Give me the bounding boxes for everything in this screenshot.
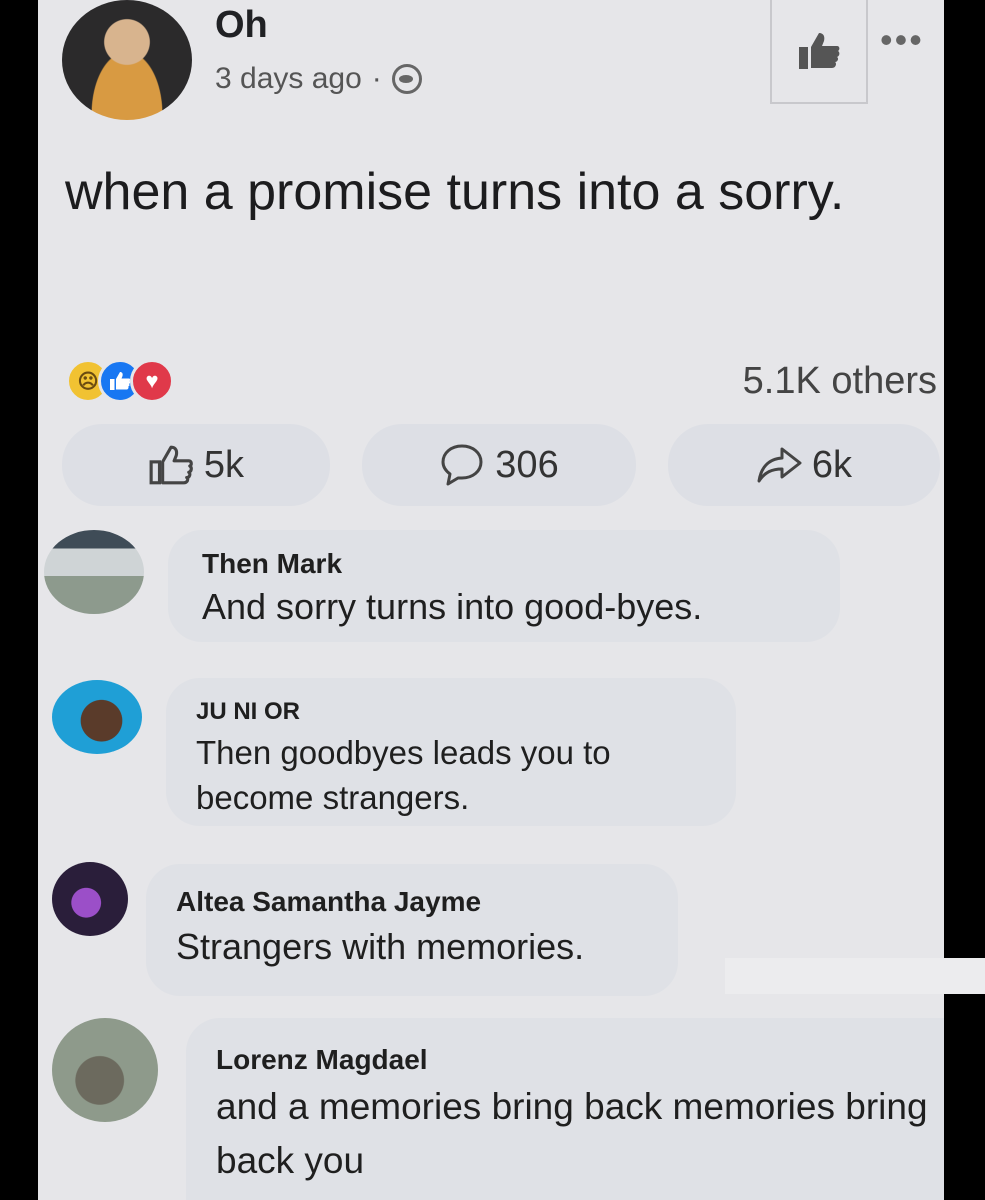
comment-text: and a memories bring back memories bring… [216,1086,928,1181]
reactions-count[interactable]: 5.1K others [743,360,937,403]
reaction-icons[interactable]: ☹ ♥ [66,358,174,404]
comment-bubble: JU NI OR Then goodbyes leads you to beco… [166,678,736,826]
post-meta: 3 days ago · [215,62,422,96]
commenter-name[interactable]: Then Mark [202,548,840,580]
comment-button[interactable]: 306 [362,424,636,506]
comment-text: And sorry turns into good-byes. [202,586,703,627]
more-options-icon[interactable]: ••• [880,22,924,58]
like-count: 5k [203,443,245,486]
meta-separator: · [371,62,382,95]
thumbs-up-icon [799,33,840,69]
commenter-name[interactable]: JU NI OR [196,698,736,726]
author-name[interactable]: Oh [215,4,268,47]
love-reaction-icon: ♥ [130,359,174,403]
commenter-avatar[interactable] [52,862,128,936]
share-button[interactable]: 6k [668,424,940,506]
comment-text: Strangers with memories. [176,926,585,967]
like-button[interactable]: 5k [62,424,330,506]
comment-bubble: Altea Samantha Jayme Strangers with memo… [146,864,678,996]
commenter-name[interactable]: Altea Samantha Jayme [176,886,678,918]
post-text: when a promise turns into a sorry. [65,163,845,221]
comment-icon [441,444,483,486]
commenter-avatar[interactable] [52,680,142,754]
comment-bubble: Then Mark And sorry turns into good-byes… [168,530,840,642]
globe-icon [391,64,422,94]
share-icon [757,447,802,483]
author-avatar[interactable] [62,0,192,120]
comment-bubble: Lorenz Magdael and a memories bring back… [186,1018,944,1200]
comment-count: 306 [495,443,559,486]
like-icon [149,445,193,485]
commenter-avatar[interactable] [44,530,144,614]
commenter-name[interactable]: Lorenz Magdael [216,1044,944,1076]
image-edge [725,958,985,994]
post-time[interactable]: 3 days ago [215,62,362,96]
comment-text: Then goodbyes leads you to become strang… [196,734,611,816]
like-page-button[interactable] [770,0,868,104]
commenter-avatar[interactable] [52,1018,158,1122]
share-count: 6k [811,443,853,486]
